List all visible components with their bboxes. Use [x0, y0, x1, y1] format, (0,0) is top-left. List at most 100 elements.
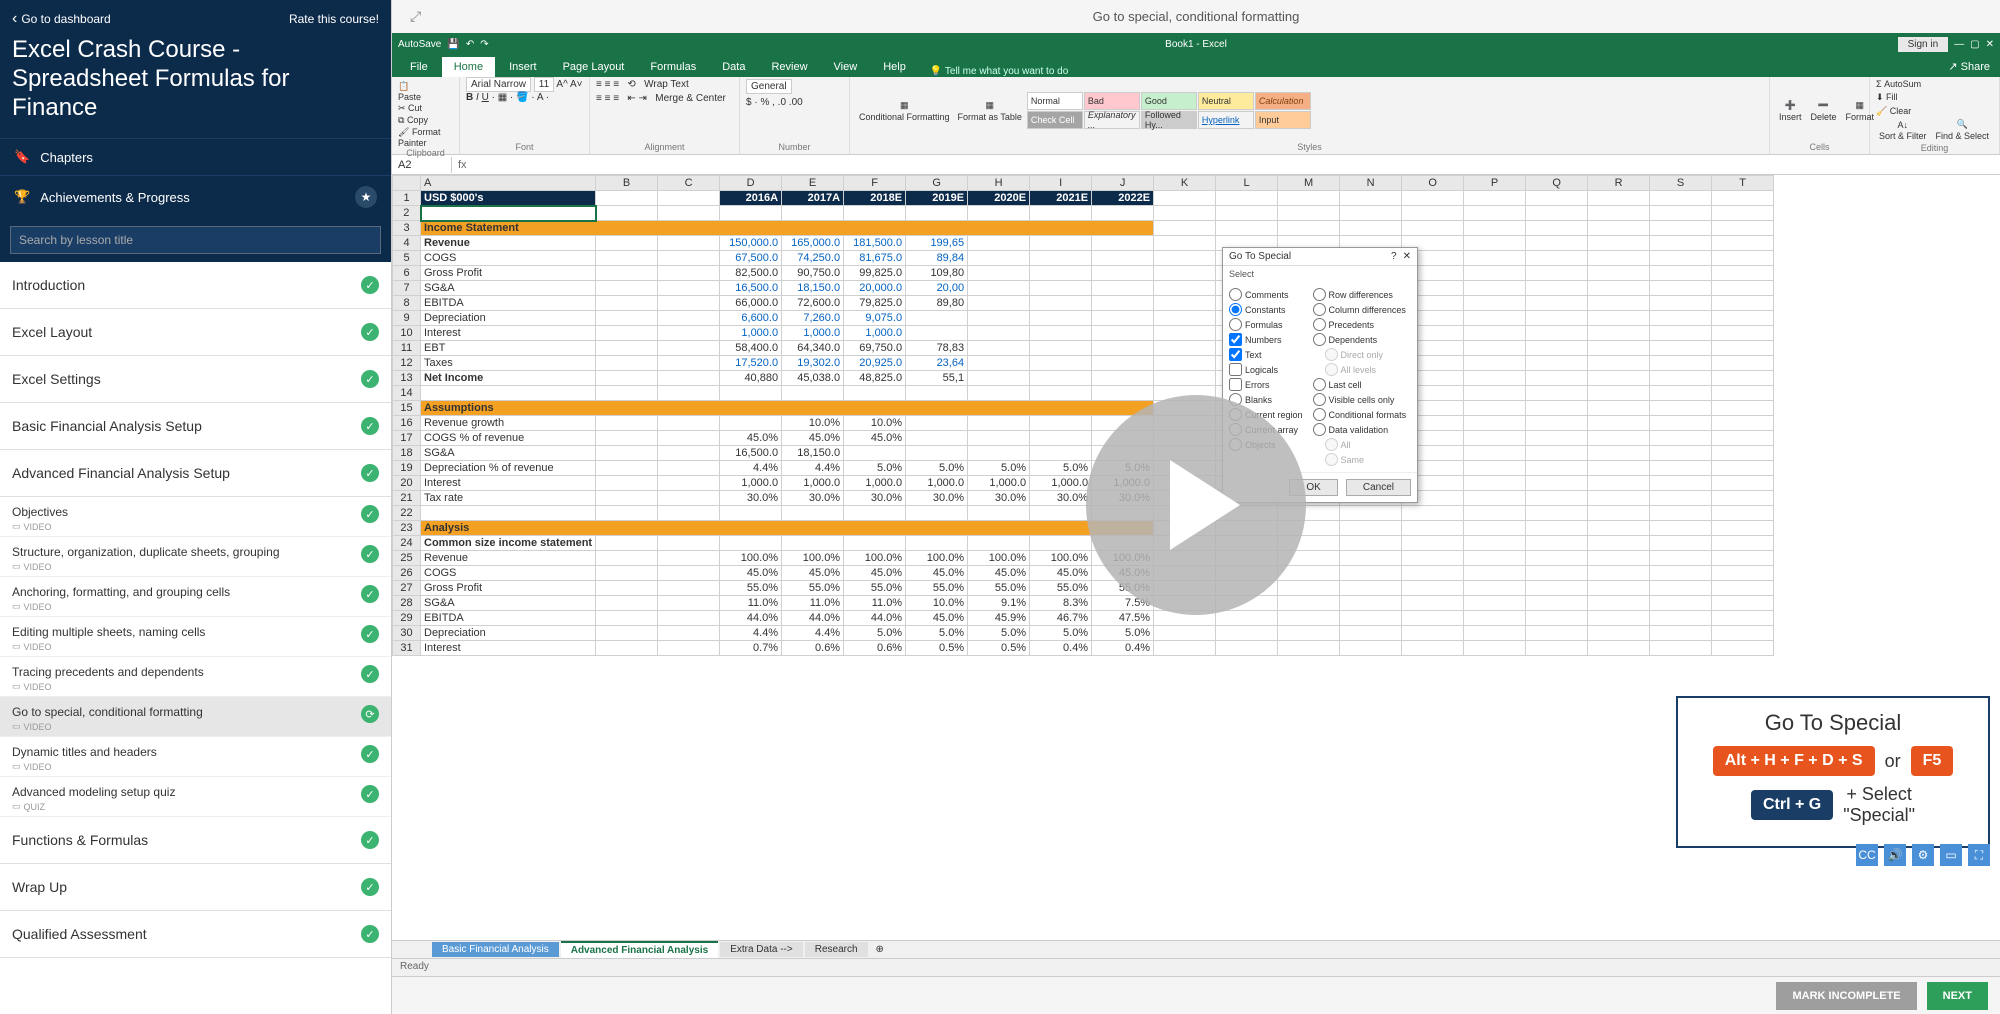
- dlg-option-column-differences[interactable]: Column differences: [1313, 303, 1407, 316]
- next-button[interactable]: NEXT: [1927, 982, 1988, 1010]
- chapter-item[interactable]: Excel Settings✓: [0, 356, 391, 403]
- chapter-item[interactable]: Functions & Formulas✓: [0, 817, 391, 864]
- ribbon-tab-data[interactable]: Data: [710, 57, 757, 77]
- lesson-item[interactable]: Objectives▭ VIDEO✓: [0, 497, 391, 537]
- chapter-item[interactable]: Basic Financial Analysis Setup✓: [0, 403, 391, 450]
- rate-course-link[interactable]: Rate this course!: [289, 10, 379, 28]
- fullscreen-icon[interactable]: ⤢: [410, 8, 421, 25]
- name-box[interactable]: A2: [392, 157, 452, 173]
- number-format-select[interactable]: General: [746, 79, 792, 94]
- settings-button[interactable]: ⚙: [1912, 844, 1934, 866]
- fill-button[interactable]: Fill: [1886, 92, 1898, 102]
- cell-style-explanatory[interactable]: Explanatory ...: [1084, 111, 1140, 129]
- ribbon-tab-home[interactable]: Home: [442, 57, 495, 77]
- dlg-option-formulas[interactable]: Formulas: [1229, 318, 1303, 331]
- dlg-option-precedents[interactable]: Precedents: [1313, 318, 1407, 331]
- cell-style-checkcell[interactable]: Check Cell: [1027, 111, 1083, 129]
- ribbon-tab-formulas[interactable]: Formulas: [638, 57, 708, 77]
- mark-incomplete-button[interactable]: MARK INCOMPLETE: [1776, 982, 1916, 1010]
- lesson-item[interactable]: Anchoring, formatting, and grouping cell…: [0, 577, 391, 617]
- clear-button[interactable]: Clear: [1890, 106, 1912, 116]
- ribbon-tab-review[interactable]: Review: [759, 57, 819, 77]
- delete-cells-button[interactable]: ➖Delete: [1808, 98, 1840, 124]
- font-size-select[interactable]: 11: [534, 77, 554, 92]
- chapter-item[interactable]: Qualified Assessment✓: [0, 911, 391, 958]
- ribbon-tab-file[interactable]: File: [398, 57, 440, 77]
- back-to-dashboard-link[interactable]: Go to dashboard: [12, 10, 111, 28]
- wrap-text-button[interactable]: Wrap Text: [644, 79, 689, 90]
- chapter-item[interactable]: Advanced Financial Analysis Setup✓: [0, 450, 391, 497]
- lesson-item[interactable]: Editing multiple sheets, naming cells▭ V…: [0, 617, 391, 657]
- cell-style-input[interactable]: Input: [1255, 111, 1311, 129]
- dialog-cancel-button[interactable]: Cancel: [1346, 479, 1411, 496]
- chapter-item[interactable]: Introduction✓: [0, 262, 391, 309]
- chapter-item[interactable]: Excel Layout✓: [0, 309, 391, 356]
- sort-filter-button[interactable]: A↓Sort & Filter: [1876, 118, 1930, 143]
- cell-style-hyperlink[interactable]: Hyperlink: [1198, 111, 1254, 129]
- dlg-option-row-differences[interactable]: Row differences: [1313, 288, 1407, 301]
- pip-button[interactable]: ▭: [1940, 844, 1962, 866]
- cut-button[interactable]: Cut: [408, 103, 422, 113]
- format-painter-button[interactable]: Format Painter: [398, 127, 440, 148]
- lesson-item[interactable]: Advanced modeling setup quiz▭ QUIZ✓: [0, 777, 391, 817]
- maximize-icon[interactable]: ▢: [1970, 39, 1979, 50]
- ribbon-tab-view[interactable]: View: [822, 57, 870, 77]
- find-select-button[interactable]: 🔍Find & Select: [1933, 117, 1993, 143]
- sheet-tab[interactable]: Extra Data -->: [720, 942, 803, 957]
- merge-center-button[interactable]: Merge & Center: [655, 93, 726, 104]
- share-button[interactable]: ↗ Share: [1938, 56, 2000, 77]
- dlg-option-errors[interactable]: Errors: [1229, 378, 1303, 391]
- close-icon[interactable]: ✕: [1986, 39, 1994, 50]
- autosum-button[interactable]: AutoSum: [1884, 79, 1921, 89]
- dlg-option-conditional-formats[interactable]: Conditional formats: [1313, 408, 1407, 421]
- video-play-button[interactable]: [1086, 395, 1306, 615]
- captions-button[interactable]: CC: [1856, 844, 1878, 866]
- ribbon-tab-help[interactable]: Help: [871, 57, 918, 77]
- dlg-option-last-cell[interactable]: Last cell: [1313, 378, 1407, 391]
- dialog-close-icon[interactable]: ✕: [1403, 251, 1411, 262]
- cell-style-normal[interactable]: Normal: [1027, 92, 1083, 110]
- ribbon-tab-insert[interactable]: Insert: [497, 57, 549, 77]
- chapters-toggle[interactable]: 🔖 Chapters: [0, 138, 391, 175]
- achievements-toggle[interactable]: 🏆 Achievements & Progress ★: [0, 175, 391, 218]
- signin-button[interactable]: Sign in: [1898, 37, 1949, 52]
- insert-cells-button[interactable]: ➕Insert: [1776, 98, 1805, 124]
- dlg-option-comments[interactable]: Comments: [1229, 288, 1303, 301]
- dlg-option-visible-cells-only[interactable]: Visible cells only: [1313, 393, 1407, 406]
- chapter-item[interactable]: Wrap Up✓: [0, 864, 391, 911]
- volume-button[interactable]: 🔊: [1884, 844, 1906, 866]
- autosave-toggle[interactable]: AutoSave: [398, 39, 441, 50]
- formula-bar[interactable]: [473, 163, 2000, 167]
- dlg-option-data-validation[interactable]: Data validation: [1313, 423, 1407, 436]
- minimize-icon[interactable]: —: [1954, 39, 1964, 50]
- lesson-item[interactable]: Dynamic titles and headers▭ VIDEO✓: [0, 737, 391, 777]
- redo-icon[interactable]: ↷: [480, 39, 488, 50]
- sheet-tab[interactable]: Research: [805, 942, 868, 957]
- copy-button[interactable]: Copy: [407, 115, 428, 125]
- tell-me-search[interactable]: 💡 Tell me what you want to do: [930, 66, 1068, 77]
- ribbon-tab-page-layout[interactable]: Page Layout: [551, 57, 637, 77]
- conditional-formatting-button[interactable]: ▦Conditional Formatting: [856, 98, 953, 124]
- search-input[interactable]: [10, 226, 381, 254]
- dlg-option-constants[interactable]: Constants: [1229, 303, 1303, 316]
- cell-style-calculation[interactable]: Calculation: [1255, 92, 1311, 110]
- lesson-item[interactable]: Structure, organization, duplicate sheet…: [0, 537, 391, 577]
- dlg-option-numbers[interactable]: Numbers: [1229, 333, 1303, 346]
- save-icon[interactable]: 💾: [447, 39, 459, 50]
- chapter-list[interactable]: Introduction✓Excel Layout✓Excel Settings…: [0, 262, 391, 1014]
- paste-button[interactable]: 📋Paste: [398, 81, 421, 102]
- cell-style-bad[interactable]: Bad: [1084, 92, 1140, 110]
- sheet-tab[interactable]: Advanced Financial Analysis: [561, 941, 718, 958]
- cell-style-followedhy[interactable]: Followed Hy...: [1141, 111, 1197, 129]
- sheet-tab[interactable]: Basic Financial Analysis: [432, 942, 559, 957]
- cell-style-neutral[interactable]: Neutral: [1198, 92, 1254, 110]
- dlg-option-logicals[interactable]: Logicals: [1229, 363, 1303, 376]
- fullscreen-button[interactable]: ⛶: [1968, 844, 1990, 866]
- new-sheet-button[interactable]: ⊕: [870, 944, 890, 955]
- dlg-option-dependents[interactable]: Dependents: [1313, 333, 1407, 346]
- help-icon[interactable]: ?: [1391, 251, 1397, 262]
- cell-style-good[interactable]: Good: [1141, 92, 1197, 110]
- dlg-option-text[interactable]: Text: [1229, 348, 1303, 361]
- format-as-table-button[interactable]: ▦Format as Table: [955, 98, 1025, 124]
- undo-icon[interactable]: ↶: [466, 39, 474, 50]
